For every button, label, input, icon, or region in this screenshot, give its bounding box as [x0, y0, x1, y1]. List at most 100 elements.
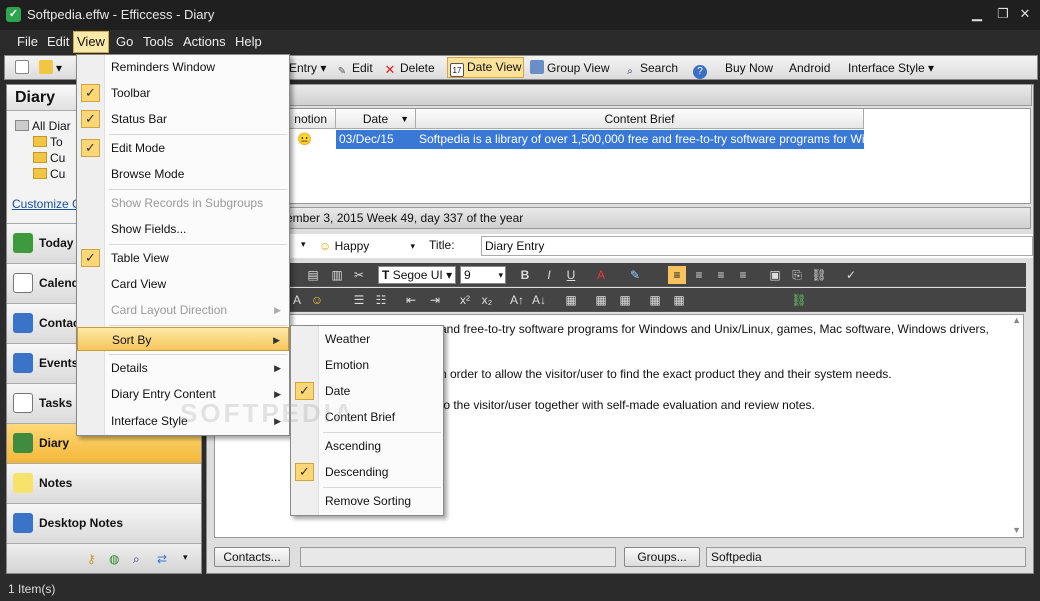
superscript-icon[interactable]: x²	[456, 291, 474, 309]
cut-icon[interactable]: ✂	[350, 266, 368, 284]
scroll-down-icon[interactable]: ▼	[1012, 525, 1021, 535]
delete-button[interactable]: ✕ Delete	[383, 59, 435, 77]
minimize-button[interactable]: ▁	[968, 6, 986, 22]
menu-item-edit-mode[interactable]: ✓ Edit Mode	[77, 136, 165, 160]
sync-icon[interactable]: ⇄	[157, 552, 167, 566]
search-button[interactable]: ⌕ Search	[623, 59, 678, 77]
sort-item-descending[interactable]: ✓ Descending	[291, 460, 388, 484]
menu-item-table-view[interactable]: ✓ Table View	[77, 246, 169, 270]
paste-special-icon[interactable]: ▥	[328, 266, 346, 284]
align-center-icon[interactable]: ≡	[690, 266, 708, 284]
table-merge-icon[interactable]: ▦	[670, 291, 688, 309]
italic-icon[interactable]: I	[540, 266, 558, 284]
edit-button[interactable]: ✎ Edit	[335, 59, 373, 77]
sort-item-ascending[interactable]: Ascending	[291, 434, 381, 458]
tree-item[interactable]: To	[33, 135, 63, 149]
decrease-indent-icon[interactable]: ⇤	[402, 291, 420, 309]
help-icon[interactable]: ?	[693, 59, 710, 79]
buy-now-button[interactable]: Buy Now	[725, 59, 773, 77]
contacts-field[interactable]	[300, 547, 616, 567]
nav-desktop-notes[interactable]: Desktop Notes	[7, 503, 201, 543]
hyperlink-icon[interactable]: ⛓	[790, 291, 808, 309]
check-icon: ✓	[295, 463, 314, 481]
menu-view[interactable]: View	[73, 31, 109, 53]
increase-indent-icon[interactable]: ⇥	[426, 291, 444, 309]
align-left-icon[interactable]: ≡	[668, 266, 686, 284]
row-content-brief[interactable]: Softpedia is a library of over 1,500,000…	[416, 130, 864, 149]
tree-item[interactable]: Cu	[33, 151, 65, 165]
font-icon[interactable]: A	[288, 291, 306, 309]
globe-icon[interactable]: ◍	[109, 552, 119, 566]
bold-icon[interactable]: B	[516, 266, 534, 284]
paste-icon[interactable]: ▤	[304, 266, 322, 284]
menu-edit[interactable]: Edit	[44, 34, 72, 49]
menu-item-sort-by[interactable]: Sort By ▶	[77, 327, 289, 351]
search-icon[interactable]: ⌕	[133, 552, 140, 567]
menu-item-card-layout-direction: Card Layout Direction ▶	[111, 303, 281, 317]
open-icon[interactable]: ▾	[39, 59, 62, 77]
justify-icon[interactable]: ≡	[734, 266, 752, 284]
new-icon[interactable]	[15, 59, 32, 77]
sort-item-emotion[interactable]: Emotion	[291, 353, 369, 377]
groups-button[interactable]: Groups...	[624, 547, 700, 567]
delete-icon: ✕	[384, 62, 396, 77]
shrink-font-icon[interactable]: A↓	[530, 291, 548, 309]
menu-go[interactable]: Go	[113, 34, 136, 49]
emoji-icon[interactable]: ☺	[308, 291, 326, 309]
close-button[interactable]: ✕	[1016, 6, 1034, 22]
menu-item-status-bar[interactable]: ✓ Status Bar	[77, 107, 167, 131]
interface-style-button[interactable]: Interface Style ▾	[848, 59, 934, 77]
scroll-up-icon[interactable]: ▲	[1012, 315, 1021, 325]
table-icon[interactable]: ▦	[592, 291, 610, 309]
sort-item-weather[interactable]: Weather	[291, 327, 370, 351]
underline-icon[interactable]: U	[562, 266, 580, 284]
font-size-select[interactable]: 9 ▾	[460, 266, 506, 284]
subscript-icon[interactable]: x₂	[478, 291, 496, 309]
table-cols-icon[interactable]: ▦	[646, 291, 664, 309]
table-rows-icon[interactable]: ▦	[616, 291, 634, 309]
nav-notes[interactable]: Notes	[7, 463, 201, 503]
menu-tools[interactable]: Tools	[140, 34, 176, 49]
row-date[interactable]: 03/Dec/15	[336, 130, 416, 149]
tree-item[interactable]: Cu	[33, 167, 65, 181]
chevron-down-icon[interactable]: ▾	[183, 552, 188, 563]
new-entry-button[interactable]: Entry ▾	[289, 59, 326, 77]
menu-item-reminders-window[interactable]: Reminders Window	[77, 55, 215, 79]
weather-dropdown-arrow[interactable]: ▾	[301, 239, 306, 250]
highlight-icon[interactable]: ✎	[626, 266, 644, 284]
menu-item-browse-mode[interactable]: Browse Mode	[77, 162, 184, 186]
menu-actions[interactable]: Actions	[180, 34, 229, 49]
menu-item-details[interactable]: Details ▶	[77, 356, 289, 380]
font-color-icon[interactable]: A	[592, 266, 610, 284]
spellcheck-icon[interactable]: ✓	[842, 266, 860, 284]
menu-item-show-fields[interactable]: Show Fields...	[77, 217, 186, 241]
menu-item-toolbar[interactable]: ✓ Toolbar	[77, 81, 150, 105]
insert-link-icon[interactable]: ⛓	[810, 266, 828, 284]
sort-item-remove-sorting[interactable]: Remove Sorting	[291, 489, 411, 513]
align-right-icon[interactable]: ≡	[712, 266, 730, 284]
attachment-icon[interactable]: ⎘	[788, 266, 806, 284]
bullets-icon[interactable]: ☰	[350, 291, 368, 309]
groups-field[interactable]: Softpedia	[706, 547, 1026, 567]
date-view-button[interactable]: 17 Date View	[447, 57, 525, 78]
tree-all-diary[interactable]: All Diar	[15, 119, 71, 133]
column-content-brief[interactable]: Content Brief	[416, 109, 864, 129]
column-date[interactable]: Date ▼	[336, 109, 416, 129]
key-icon[interactable]: ⚷	[87, 552, 96, 566]
title-input[interactable]: Diary Entry	[481, 236, 1033, 256]
android-button[interactable]: Android	[789, 59, 830, 77]
contacts-button[interactable]: Contacts...	[214, 547, 290, 567]
menu-file[interactable]: File	[14, 34, 41, 49]
insert-image-icon[interactable]: ▣	[766, 266, 784, 284]
watermark: SOFTPEDIA	[180, 398, 356, 428]
menu-item-card-view[interactable]: Card View	[77, 272, 166, 296]
emotion-select[interactable]: ☺ Happy ▾	[319, 236, 415, 256]
numbering-icon[interactable]: ☷	[372, 291, 390, 309]
restore-button[interactable]: ❐	[994, 6, 1012, 22]
grow-font-icon[interactable]: A↑	[508, 291, 526, 309]
status-bar: 1 Item(s)	[0, 578, 1040, 601]
font-family-select[interactable]: T Segoe UI ▾	[378, 266, 456, 284]
group-view-button[interactable]: Group View	[530, 59, 609, 77]
menu-help[interactable]: Help	[232, 34, 265, 49]
insert-table-icon[interactable]: ▦	[562, 291, 580, 309]
